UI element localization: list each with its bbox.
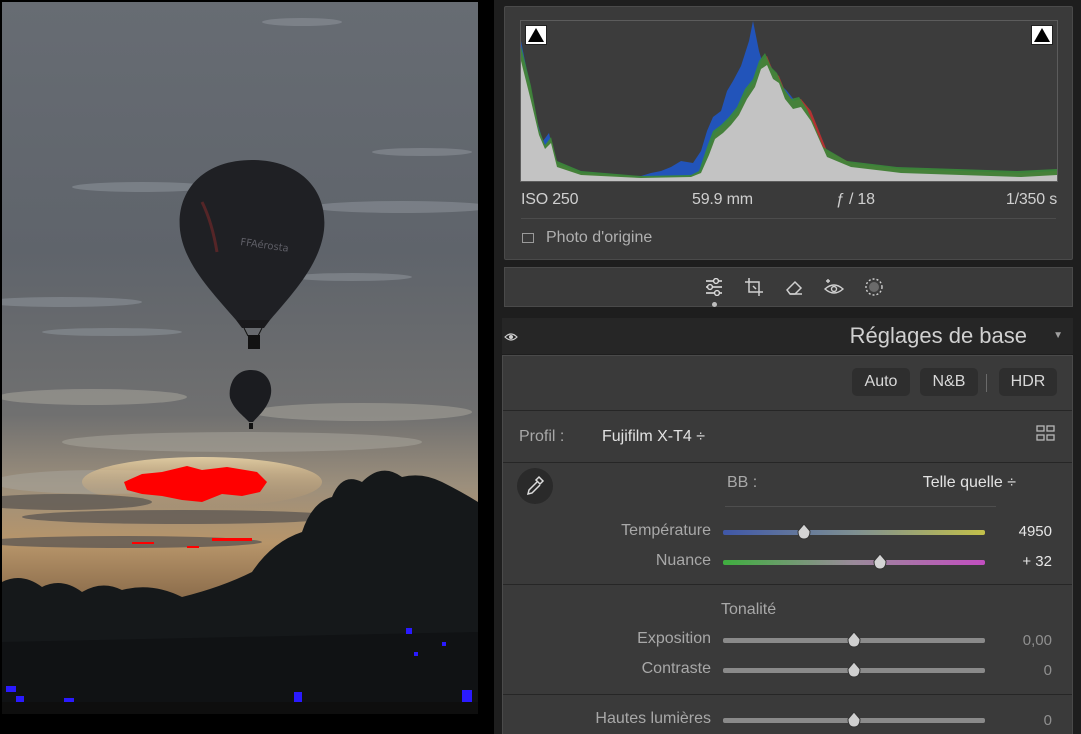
histogram-panel: ISO 250 59.9 mm ƒ / 18 1/350 s Photo d'o… xyxy=(504,6,1073,260)
collapse-triangle-icon[interactable]: ▼ xyxy=(1053,330,1063,341)
contrast-label: Contraste xyxy=(641,660,711,677)
temperature-slider[interactable] xyxy=(723,524,985,540)
iso-value: ISO 250 xyxy=(521,191,579,208)
divider xyxy=(725,506,996,507)
tint-slider[interactable] xyxy=(723,554,985,570)
slider-thumb[interactable] xyxy=(797,524,811,540)
profile-dropdown[interactable]: Fujifilm X-T4 ÷ xyxy=(602,428,705,446)
section-title: Réglages de base xyxy=(849,323,1027,348)
highlights-slider[interactable] xyxy=(723,712,985,728)
photo-preview: FFAérosta xyxy=(2,2,478,714)
divider xyxy=(503,584,1072,585)
redeye-icon[interactable] xyxy=(823,276,845,298)
divider xyxy=(521,218,1056,219)
histogram-graph xyxy=(521,21,1057,181)
profile-browser-icon[interactable] xyxy=(1036,425,1056,446)
original-photo-checkbox[interactable] xyxy=(522,233,534,243)
shadow-clipping-toggle[interactable] xyxy=(525,25,547,45)
contrast-slider[interactable] xyxy=(723,662,985,678)
highlight-clipping-toggle[interactable] xyxy=(1031,25,1053,45)
focal-length-value: 59.9 mm xyxy=(692,191,753,208)
exposure-label: Exposition xyxy=(637,630,711,647)
histogram[interactable] xyxy=(520,20,1058,182)
original-photo-label: Photo d'origine xyxy=(546,229,653,246)
highlights-value[interactable]: 0 xyxy=(992,712,1052,729)
slider-thumb[interactable] xyxy=(847,662,861,678)
tool-strip xyxy=(504,267,1073,307)
temperature-value[interactable]: 4950 xyxy=(992,523,1052,540)
exposure-slider[interactable] xyxy=(723,632,985,648)
slider-thumb[interactable] xyxy=(847,632,861,648)
tint-label: Nuance xyxy=(655,552,711,569)
wb-label: BB : xyxy=(727,474,758,491)
develop-panel: ISO 250 59.9 mm ƒ / 18 1/350 s Photo d'o… xyxy=(494,0,1081,734)
basic-section-header[interactable]: Réglages de base ▼ xyxy=(502,318,1073,354)
eyedropper-icon[interactable] xyxy=(517,468,553,504)
divider xyxy=(986,374,987,392)
mask-icon[interactable] xyxy=(863,276,885,298)
tone-heading: Tonalité xyxy=(721,601,777,618)
slider-thumb[interactable] xyxy=(873,554,887,570)
contrast-value[interactable]: 0 xyxy=(992,662,1052,679)
hdr-button[interactable]: HDR xyxy=(999,368,1057,396)
bw-button[interactable]: N&B xyxy=(920,368,978,396)
tint-value[interactable]: + 32 xyxy=(992,553,1052,570)
photo-canvas[interactable]: FFAérosta xyxy=(0,0,494,734)
divider xyxy=(503,462,1072,463)
divider xyxy=(503,694,1072,695)
auto-button[interactable]: Auto xyxy=(852,368,910,396)
temperature-label: Température xyxy=(621,522,711,539)
balloon-photo: FFAérosta xyxy=(2,2,478,714)
aperture-value: ƒ / 18 xyxy=(836,191,875,208)
exposure-value[interactable]: 0,00 xyxy=(992,632,1052,649)
crop-icon[interactable] xyxy=(743,276,765,298)
wb-dropdown[interactable]: Telle quelle ÷ xyxy=(923,474,1016,492)
slider-thumb[interactable] xyxy=(847,712,861,728)
shutter-value: 1/350 s xyxy=(1005,191,1057,208)
basic-panel: Auto N&B HDR Profil : Fujifilm X-T4 ÷ BB… xyxy=(502,355,1073,734)
sliders-icon[interactable] xyxy=(703,276,725,307)
highlights-label: Hautes lumières xyxy=(595,710,711,727)
original-photo-toggle[interactable]: Photo d'origine xyxy=(522,229,652,247)
eye-icon[interactable] xyxy=(504,329,518,347)
eraser-icon[interactable] xyxy=(783,276,805,298)
profile-label: Profil : xyxy=(519,428,565,445)
divider xyxy=(503,410,1072,411)
